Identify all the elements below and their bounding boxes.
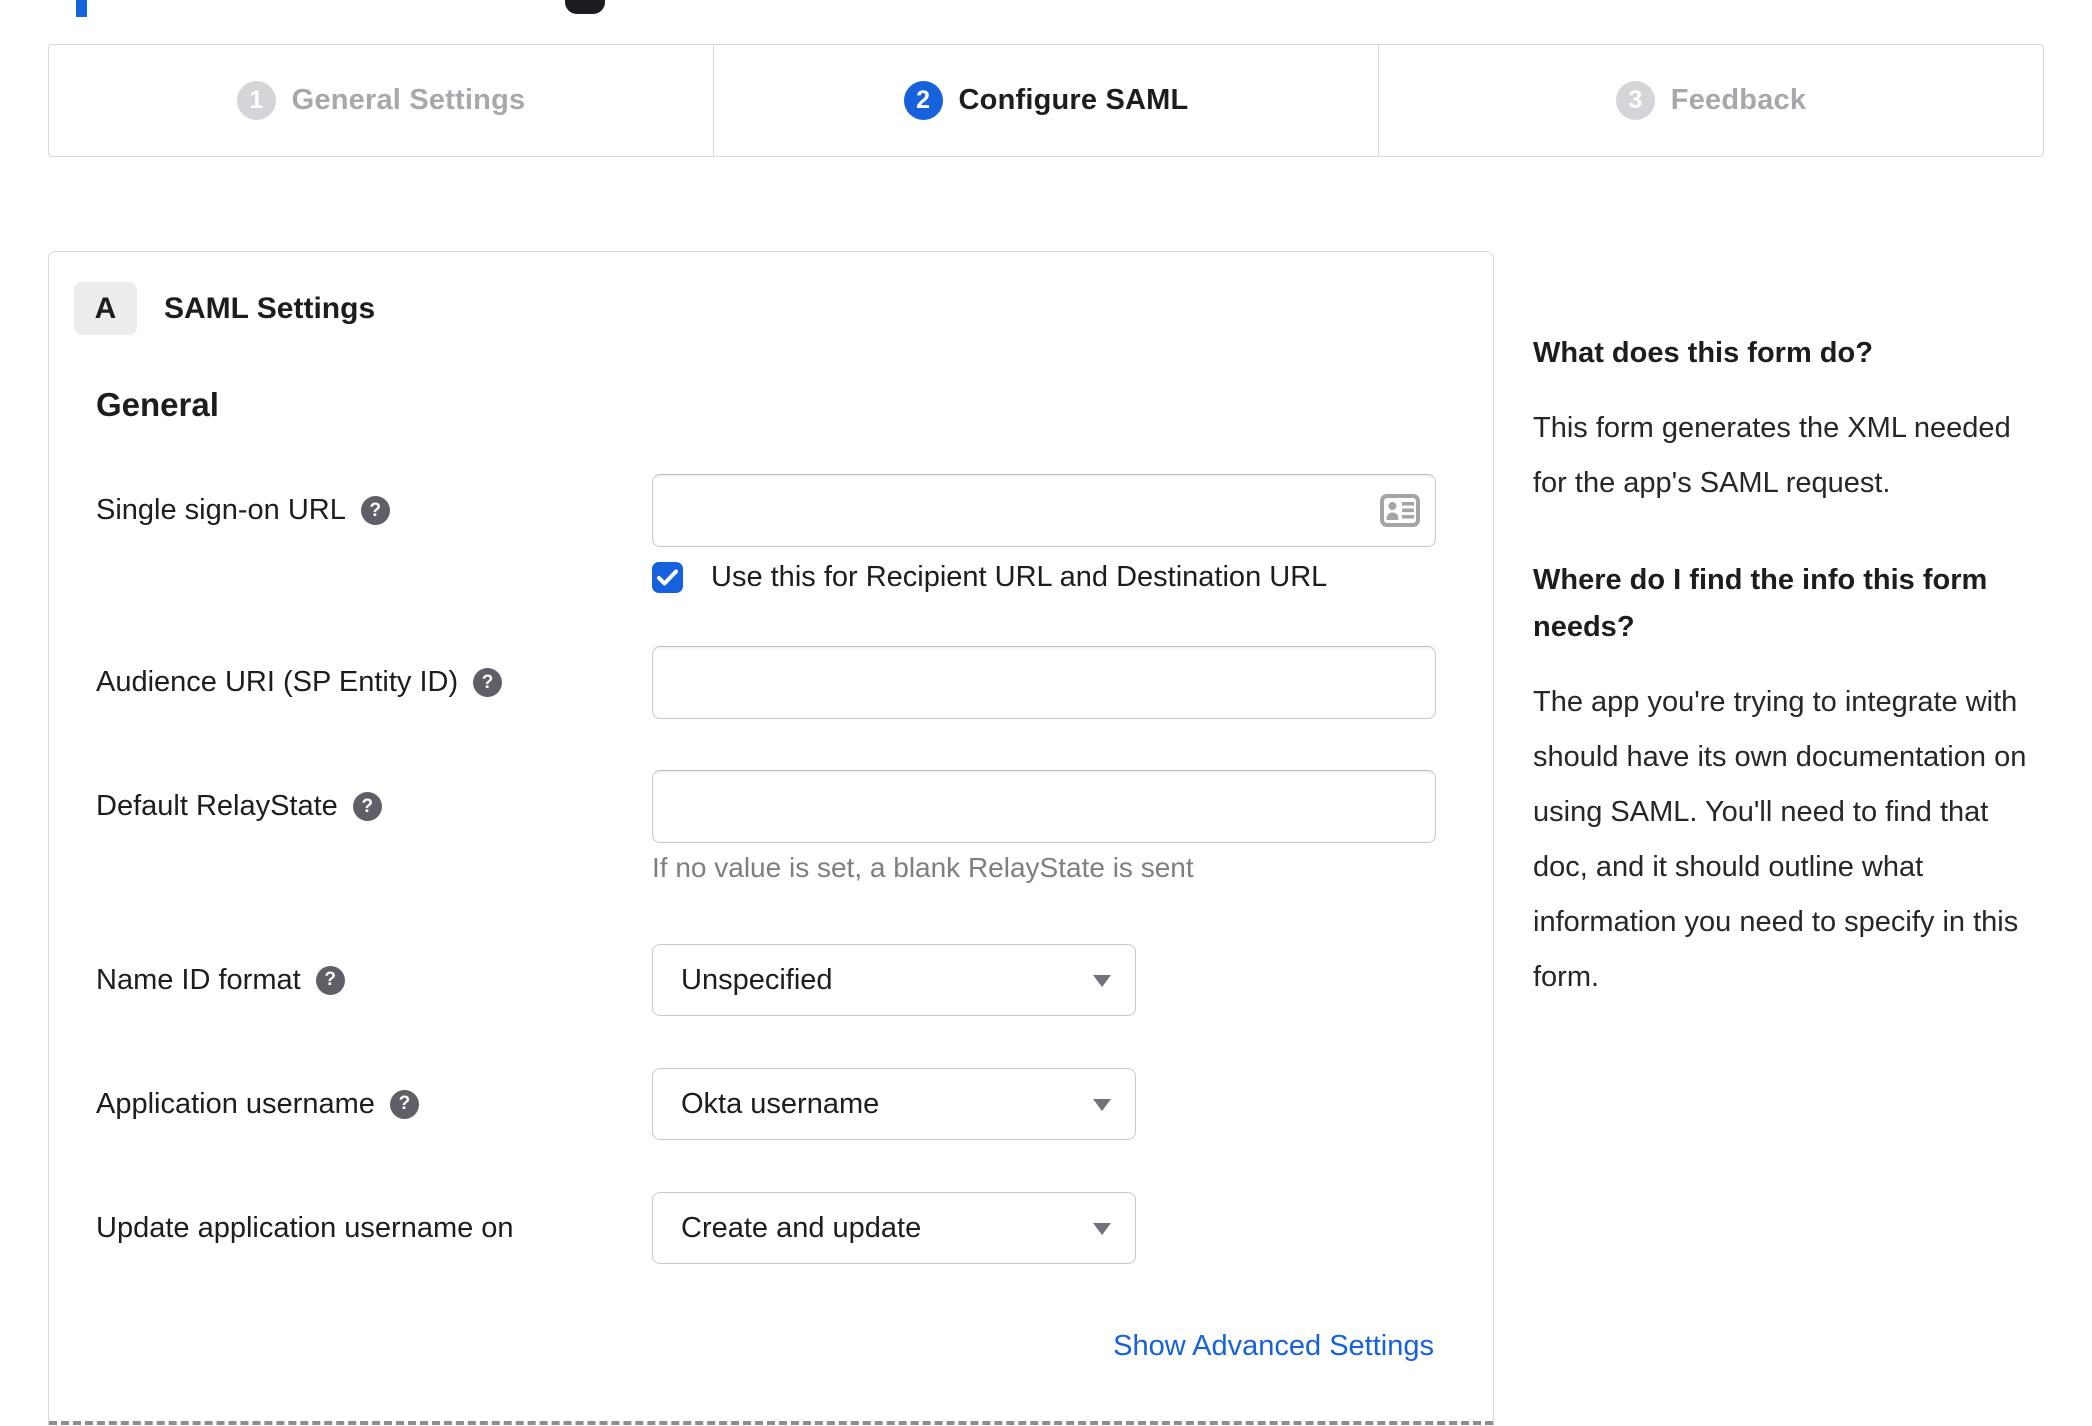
step-3-label: Feedback — [1670, 84, 1807, 116]
update-username-label: Update application username on — [96, 1192, 514, 1264]
application-username-select[interactable]: Okta username — [652, 1068, 1136, 1140]
checkmark-icon — [657, 569, 678, 586]
name-id-format-select[interactable]: Unspecified — [652, 944, 1136, 1016]
step-2-circle: 2 — [903, 81, 943, 120]
configure-saml-page: 1 General Settings 2 Configure SAML 3 Fe… — [0, 0, 2092, 1426]
update-username-select[interactable]: Create and update — [652, 1192, 1136, 1264]
recipient-url-checkbox-label: Use this for Recipient URL and Destinati… — [711, 561, 1328, 593]
section-a-badge: A — [74, 282, 137, 335]
clipped-blue-fragment — [76, 0, 87, 17]
step-general-settings[interactable]: 1 General Settings — [49, 45, 713, 156]
application-username-help-icon[interactable]: ? — [389, 1089, 419, 1119]
wizard-stepper: 1 General Settings 2 Configure SAML 3 Fe… — [48, 44, 2044, 157]
sso-url-help-icon[interactable]: ? — [360, 496, 390, 525]
audience-uri-input[interactable] — [652, 646, 1436, 719]
application-username-label-text: Application username — [96, 1087, 375, 1120]
section-dashed-divider — [49, 1421, 1493, 1425]
help-sidebar: What does this form do? This form genera… — [1533, 330, 2047, 1005]
sso-url-label: Single sign-on URL ? — [96, 474, 390, 547]
update-username-label-text: Update application username on — [96, 1211, 514, 1244]
audience-uri-help-icon[interactable]: ? — [473, 668, 503, 697]
general-heading: General — [96, 386, 219, 423]
relay-state-input[interactable] — [652, 770, 1436, 843]
step-1-circle: 1 — [236, 81, 276, 120]
caret-down-icon — [1093, 1099, 1111, 1111]
relay-state-help-icon[interactable]: ? — [352, 792, 382, 821]
help-question-1: What does this form do? — [1533, 337, 1873, 369]
saml-settings-card: A SAML Settings General Single sign-on U… — [48, 251, 1494, 1426]
sso-url-label-text: Single sign-on URL — [96, 494, 346, 526]
step-1-label: General Settings — [291, 84, 526, 116]
application-username-value: Okta username — [681, 1087, 880, 1120]
step-feedback[interactable]: 3 Feedback — [1378, 45, 2043, 156]
recipient-url-checkbox-row: Use this for Recipient URL and Destinati… — [652, 561, 1327, 594]
update-username-value: Create and update — [681, 1211, 922, 1244]
relay-state-helper-text: If no value is set, a blank RelayState i… — [652, 852, 1194, 883]
help-answer-2: The app you're trying to integrate with … — [1533, 686, 2027, 993]
caret-down-icon — [1093, 975, 1111, 987]
audience-uri-label-text: Audience URI (SP Entity ID) — [96, 666, 459, 698]
name-id-format-value: Unspecified — [681, 963, 833, 996]
address-card-icon[interactable] — [1380, 494, 1420, 527]
relay-state-label: Default RelayState ? — [96, 770, 382, 843]
step-configure-saml[interactable]: 2 Configure SAML — [713, 45, 1378, 156]
step-3-circle: 3 — [1615, 81, 1655, 120]
name-id-format-help-icon[interactable]: ? — [315, 965, 345, 995]
name-id-format-label-text: Name ID format — [96, 963, 301, 996]
audience-uri-label: Audience URI (SP Entity ID) ? — [96, 646, 503, 719]
sso-url-input-wrap — [652, 474, 1436, 547]
clipped-icon-fragment — [565, 0, 605, 14]
help-question-2: Where do I find the info this form needs… — [1533, 564, 1988, 643]
caret-down-icon — [1093, 1223, 1111, 1235]
help-answer-1: This form generates the XML needed for t… — [1533, 412, 2011, 499]
sso-url-input[interactable] — [652, 474, 1436, 547]
name-id-format-label: Name ID format ? — [96, 944, 345, 1016]
application-username-label: Application username ? — [96, 1068, 419, 1140]
relay-state-label-text: Default RelayState — [96, 790, 338, 822]
section-title: SAML Settings — [164, 291, 376, 325]
step-2-label: Configure SAML — [958, 84, 1189, 116]
show-advanced-settings-link[interactable]: Show Advanced Settings — [1113, 1330, 1434, 1363]
recipient-url-checkbox[interactable] — [652, 562, 683, 593]
